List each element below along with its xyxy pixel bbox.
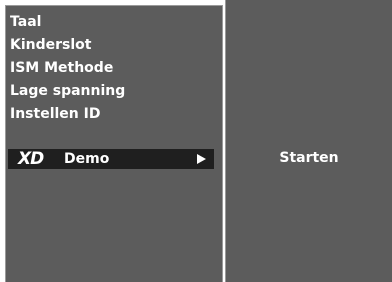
submenu-panel: Starten	[225, 0, 392, 282]
menu-item-lage-spanning[interactable]: Lage spanning	[10, 81, 125, 101]
menu-item-label: Kinderslot	[10, 37, 92, 53]
menu-item-label: Taal	[10, 14, 42, 30]
menu-item-label: Demo	[64, 151, 110, 167]
menu-item-kinderslot[interactable]: Kinderslot	[10, 35, 91, 55]
xd-logo: XD	[18, 149, 44, 169]
osd-menu: Taal Kinderslot ISM Methode Lage spannin…	[0, 0, 392, 282]
menu-item-label: ISM Methode	[10, 60, 114, 76]
menu-item-ism-methode[interactable]: ISM Methode	[10, 58, 113, 78]
start-button[interactable]: Starten	[226, 148, 392, 168]
menu-item-demo-selected[interactable]: XD Demo	[8, 149, 214, 169]
arrow-right-icon	[197, 154, 206, 164]
menu-item-instellen-id[interactable]: Instellen ID	[10, 104, 100, 124]
menu-item-label: Instellen ID	[10, 106, 101, 122]
menu-item-label: Lage spanning	[10, 83, 126, 99]
menu-item-taal[interactable]: Taal	[10, 12, 41, 32]
settings-menu-panel: Taal Kinderslot ISM Methode Lage spannin…	[5, 5, 223, 282]
